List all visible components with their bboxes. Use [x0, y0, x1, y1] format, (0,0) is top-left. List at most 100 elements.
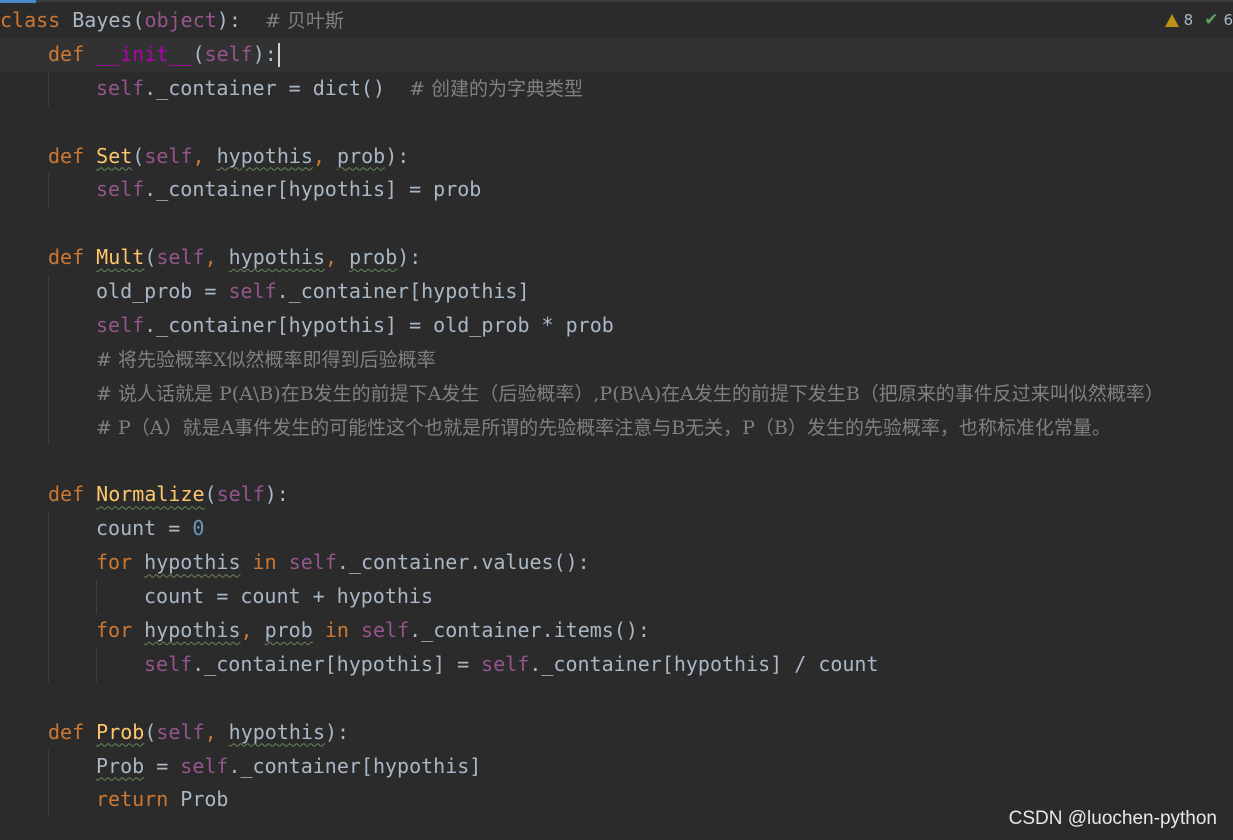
- indent-guide: [48, 783, 49, 818]
- punct: ):: [385, 143, 410, 168]
- comment: # 将先验概率X似然概率即得到后验概率: [96, 348, 436, 371]
- variable: Prob: [96, 753, 145, 778]
- code-text: ._container[hypothis] =: [192, 651, 482, 676]
- punct: (: [144, 245, 157, 270]
- keyword: def: [48, 719, 85, 744]
- code-text: ._container[hypothis] = old_prob * prob: [144, 313, 614, 338]
- indent-guide: [48, 647, 49, 682]
- code-line[interactable]: # P（A）就是A事件发生的可能性这个也就是所谓的先验概率注意与B无关，P（B）…: [0, 410, 1233, 445]
- code-line[interactable]: old_prob = self._container[hypothis]: [0, 275, 1233, 310]
- self-param: self: [216, 482, 265, 507]
- code-line-blank[interactable]: [0, 682, 1233, 716]
- keyword: def: [48, 482, 85, 507]
- code-line[interactable]: self._container[hypothis] = old_prob * p…: [0, 309, 1233, 343]
- code-text: ._container.items():: [409, 618, 650, 643]
- code-line[interactable]: for hypothis, prob in self._container.it…: [0, 614, 1233, 648]
- param: prob: [337, 143, 386, 168]
- indent-guide: [48, 342, 49, 377]
- indent-guide: [48, 275, 49, 310]
- punct: ,: [204, 245, 229, 270]
- code-line[interactable]: self._container[hypothis] = self._contai…: [0, 647, 1233, 682]
- punct: ,: [204, 719, 229, 744]
- tab-accent: [0, 0, 36, 3]
- code-text: ._container.values():: [336, 550, 590, 575]
- watermark: CSDN @luochen-python: [1008, 808, 1217, 829]
- indent-guide: [48, 512, 49, 547]
- loop-variable: hypothis: [144, 550, 241, 575]
- code-line[interactable]: self._container = dict() # 创建的为字典类型: [0, 71, 1233, 106]
- code-line-blank[interactable]: [0, 445, 1233, 479]
- builtin-call: dict(): [312, 75, 385, 100]
- keyword: for: [96, 550, 133, 575]
- indent-guide: [48, 614, 49, 648]
- code-line[interactable]: self._container[hypothis] = prob: [0, 173, 1233, 208]
- punct: ,: [312, 143, 338, 168]
- self-param: self: [144, 143, 193, 168]
- param: hypothis: [216, 143, 313, 168]
- code-text: old_prob =: [96, 279, 229, 304]
- comment: # 说人话就是 P(A\B)在B发生的前提下A发生（后验概率）,P(B\A)在A…: [96, 382, 1164, 405]
- text-caret: [277, 43, 280, 68]
- punct: ,: [240, 618, 265, 643]
- indent-guide: [48, 749, 49, 784]
- code-lines[interactable]: class Bayes(object): # 贝叶斯 def __init__(…: [0, 4, 1233, 818]
- code-line[interactable]: def Mult(self, hypothis, prob):: [0, 241, 1233, 275]
- code-line-blank[interactable]: [0, 207, 1233, 241]
- self-param: self: [156, 719, 205, 744]
- code-editor[interactable]: 8 ✔ 6 class Bayes(object): # 贝叶斯 def __i…: [0, 0, 1233, 840]
- punct: ,: [192, 143, 217, 168]
- punct: ):: [252, 41, 277, 66]
- self-param: self: [156, 245, 205, 270]
- indent-guide: [48, 71, 49, 106]
- function-name: Mult: [96, 245, 145, 270]
- punct: ,: [324, 245, 350, 270]
- indent-guide: [48, 546, 49, 581]
- punct: (: [132, 8, 145, 32]
- code-line[interactable]: def Normalize(self):: [0, 478, 1233, 512]
- code-line[interactable]: count = count + hypothis: [0, 580, 1233, 615]
- function-name: Set: [96, 143, 133, 168]
- self-param: self: [204, 41, 253, 66]
- code-line[interactable]: def Prob(self, hypothis):: [0, 716, 1233, 750]
- punct: ):: [324, 719, 350, 744]
- code-text: ._container[hypothis] / count: [529, 651, 879, 676]
- indent-guide: [48, 376, 49, 411]
- code-text: count = count + hypothis: [144, 584, 433, 609]
- code-text: ._container[hypothis]: [276, 279, 530, 304]
- code-line[interactable]: count = 0: [0, 512, 1233, 547]
- punct: (: [144, 719, 157, 744]
- code-text: =: [144, 753, 181, 778]
- keyword: return: [96, 787, 169, 812]
- param: hypothis: [228, 245, 325, 270]
- punct: (: [192, 41, 205, 66]
- code-line-blank[interactable]: [0, 106, 1233, 140]
- self-ref: self: [360, 618, 410, 643]
- param: prob: [349, 245, 398, 270]
- punct: ):: [216, 8, 241, 32]
- code-text: ._container[hypothis]: [228, 753, 482, 778]
- punct: (: [204, 482, 217, 507]
- comment: # P（A）就是A事件发生的可能性这个也就是所谓的先验概率注意与B无关，P（B）…: [96, 416, 1111, 439]
- keyword: for: [96, 618, 133, 643]
- code-line[interactable]: # 说人话就是 P(A\B)在B发生的前提下A发生（后验概率）,P(B\A)在A…: [0, 376, 1233, 411]
- param: hypothis: [228, 719, 325, 744]
- code-line[interactable]: for hypothis in self._container.values()…: [0, 546, 1233, 581]
- code-line[interactable]: # 将先验概率X似然概率即得到后验概率: [0, 342, 1233, 377]
- number-literal: 0: [192, 516, 205, 541]
- comment: # 贝叶斯: [264, 10, 344, 32]
- keyword: in: [324, 618, 349, 643]
- self-ref: self: [96, 177, 145, 202]
- self-ref: self: [481, 651, 530, 676]
- code-line[interactable]: Prob = self._container[hypothis]: [0, 749, 1233, 784]
- base-class: object: [144, 8, 217, 32]
- code-line[interactable]: class Bayes(object): # 贝叶斯: [0, 4, 1233, 38]
- punct: ):: [264, 482, 289, 507]
- code-text: ._container[hypothis] = prob: [144, 177, 482, 202]
- variable: Prob: [180, 787, 229, 812]
- keyword: in: [252, 550, 277, 575]
- punct: (: [132, 143, 145, 168]
- code-line[interactable]: def Set(self, hypothis, prob):: [0, 140, 1233, 174]
- indent-guide: [96, 580, 97, 615]
- self-ref: self: [96, 75, 145, 100]
- code-line-current[interactable]: def __init__(self):: [0, 37, 1233, 72]
